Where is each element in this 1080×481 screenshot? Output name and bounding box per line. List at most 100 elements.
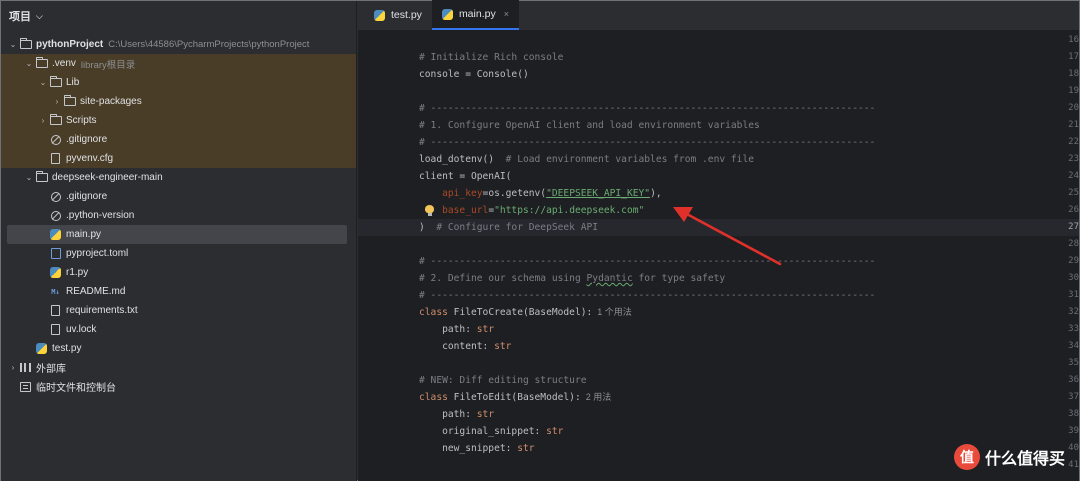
close-tab-icon[interactable]: × [504, 9, 509, 19]
tree-item-pyvenv-cfg[interactable]: pyvenv.cfg [1, 149, 356, 168]
code-line: console = Console() [419, 69, 529, 80]
tree-item-label: r1.py [66, 267, 89, 278]
gitignore-icon [49, 134, 62, 145]
code-line: # --------------------------------------… [419, 256, 876, 267]
code-line: class FileToCreate(BaseModel): 1 个用法 [419, 307, 632, 318]
watermark-text: 什么值得买 [984, 451, 1065, 468]
tree-item-readme[interactable]: M↓ README.md [1, 282, 356, 301]
tree-item-label: test.py [52, 343, 82, 354]
tree-item-scripts[interactable]: › Scripts [1, 111, 356, 130]
folder-icon [19, 38, 32, 50]
ide-window: 项目 ⌵ ⌄ pythonProject C:\Users\44586\Pych… [0, 0, 1080, 481]
code-line: api_key=os.getenv("DEEPSEEK_API_KEY"), [442, 188, 662, 199]
line-number: 29 [1068, 256, 1079, 266]
tree-item-external-libraries[interactable]: › 外部库 [1, 358, 356, 377]
tree-item-venv[interactable]: ⌄ .venv library根目录 [1, 54, 356, 73]
editor: test.py main.py × 16 17 # Initialize Rich… [358, 0, 1079, 481]
tree-item-gitignore[interactable]: .gitignore [1, 187, 356, 206]
editor-tab-bar: test.py main.py × [358, 0, 1079, 31]
library-root-hint: library根目录 [80, 59, 136, 71]
chevron-down-icon[interactable]: ⌵ [36, 11, 43, 22]
chevron-right-icon[interactable]: › [7, 363, 19, 372]
watermark-logo: 值 [953, 444, 980, 470]
code-line: ) # Configure for DeepSeek API [419, 222, 599, 233]
code-line: path: str [419, 409, 495, 420]
folder-icon [49, 76, 62, 88]
project-panel-header[interactable]: 项目 ⌵ [1, 1, 356, 31]
tree-item-python-version[interactable]: .python-version [1, 206, 356, 225]
line-number: 30 [1068, 273, 1079, 283]
line-number: 20 [1068, 103, 1079, 113]
tab-label: main.py [458, 8, 496, 20]
tree-item-lib[interactable]: ⌄ Lib [1, 73, 356, 92]
tree-item-label: .gitignore [66, 191, 108, 202]
line-number: 37 [1068, 392, 1079, 402]
lightbulb-icon[interactable] [425, 205, 434, 216]
line-number: 38 [1068, 409, 1079, 419]
chevron-down-icon[interactable]: ⌄ [23, 173, 35, 182]
tree-item-main-py[interactable]: main.py [7, 225, 347, 244]
scratch-icon [19, 381, 32, 392]
usage-hint: 1 个用法 [592, 307, 632, 317]
tree-item-label: main.py [66, 229, 102, 240]
tab-test-py[interactable]: test.py [364, 0, 432, 30]
current-line: 27) # Configure for DeepSeek API [358, 219, 1079, 236]
code-line: # --------------------------------------… [419, 103, 876, 114]
tree-item-venv-gitignore[interactable]: .gitignore [1, 130, 356, 149]
line-number: 35 [1068, 358, 1079, 368]
project-tree: ⌄ pythonProject C:\Users\44586\PycharmPr… [1, 35, 356, 396]
chevron-down-icon[interactable]: ⌄ [23, 59, 35, 68]
tree-item-label: .gitignore [66, 134, 108, 145]
line-number: 26 [1068, 205, 1079, 215]
chevron-down-icon[interactable]: ⌄ [7, 40, 19, 49]
line-number: 18 [1068, 69, 1079, 79]
folder-icon [63, 95, 76, 107]
code-line: # 2. Define our schema using Pydantic fo… [419, 273, 726, 284]
line-number: 16 [1068, 35, 1079, 45]
line-number: 17 [1068, 52, 1079, 62]
line-number: 34 [1068, 341, 1079, 351]
code-area[interactable]: 16 17 # Initialize Rich console 18 console… [358, 32, 1079, 481]
line-number: 23 [1068, 154, 1079, 164]
text-file-icon [49, 305, 62, 316]
line-number: 24 [1068, 171, 1079, 181]
tree-item-label: uv.lock [66, 324, 97, 335]
code-line: # Initialize Rich console [419, 52, 564, 63]
chevron-right-icon[interactable]: › [51, 97, 63, 106]
chevron-down-icon[interactable]: ⌄ [37, 78, 49, 87]
markdown-file-icon: M↓ [51, 287, 60, 296]
folder-icon [35, 57, 48, 69]
tree-item-requirements[interactable]: requirements.txt [1, 301, 356, 320]
line-number: 19 [1068, 86, 1079, 96]
tree-item-uv-lock[interactable]: uv.lock [1, 320, 356, 339]
code-line: load_dotenv() # Load environment variabl… [419, 154, 755, 165]
code-line: class FileToEdit(BaseModel): 2 用法 [419, 392, 612, 403]
chevron-right-icon[interactable]: › [37, 116, 49, 125]
line-number: 28 [1068, 239, 1079, 249]
folder-icon [35, 171, 48, 183]
tab-main-py[interactable]: main.py × [431, 0, 519, 30]
python-file-icon [35, 343, 48, 354]
project-path: C:\Users\44586\PycharmProjects\pythonPro… [108, 39, 310, 50]
tree-item-label: pyvenv.cfg [66, 153, 114, 164]
usage-hint: 2 用法 [580, 392, 612, 402]
gitignore-icon [49, 191, 62, 202]
line-number: 32 [1068, 307, 1079, 317]
tree-item-pyproject-toml[interactable]: pyproject.toml [1, 244, 356, 263]
line-number: 25 [1068, 188, 1079, 198]
tree-item-deepseek-engineer-main[interactable]: ⌄ deepseek-engineer-main [1, 168, 356, 187]
tree-item-site-packages[interactable]: › site-packages [1, 92, 356, 111]
python-file-icon [441, 8, 453, 20]
tab-label: test.py [391, 9, 422, 21]
code-line: new_snippet: str [419, 443, 535, 454]
code-line: client = OpenAI( [419, 171, 512, 182]
tree-item-label: site-packages [80, 96, 142, 107]
tree-item-r1-py[interactable]: r1.py [1, 263, 356, 282]
tree-item-test-py[interactable]: test.py [1, 339, 356, 358]
tree-item-scratches[interactable]: 临时文件和控制台 [1, 377, 356, 396]
code-line: original_snippet: str [419, 426, 564, 437]
toml-file-icon [49, 248, 62, 259]
tree-item-pythonproject[interactable]: ⌄ pythonProject C:\Users\44586\PycharmPr… [1, 35, 356, 54]
line-number: 22 [1068, 137, 1079, 147]
python-file-icon [49, 267, 62, 278]
